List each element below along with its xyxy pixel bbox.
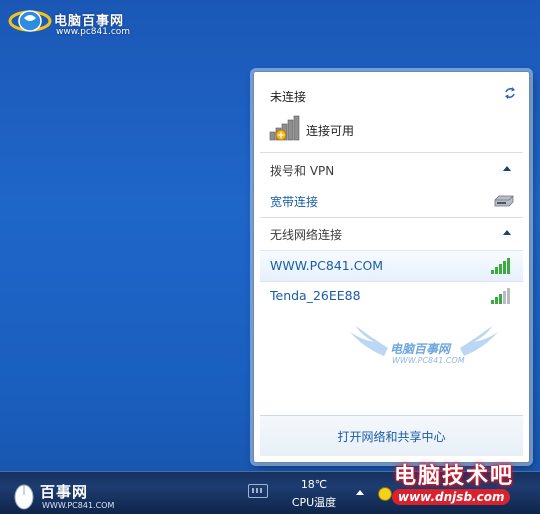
cpu-temperature-value: 18℃ [300,478,328,491]
taskbar-logo: 百事网 WWW.PC841.COM [10,479,160,513]
connection-status-title: 未连接 [270,90,307,104]
cpu-temperature-label: CPU温度 [291,496,337,509]
broadband-connection-label[interactable]: 宽带连接 [270,193,318,210]
taskbar-logo-title: 百事网 [40,483,89,501]
section-wireless-title: 无线网络连接 [270,228,343,242]
mouse-logo-icon [14,484,34,510]
pc841-logo-icon [8,10,52,32]
wifi-signal-icon [491,288,513,304]
panel-watermark-title: 电脑百事网 [390,342,451,356]
network-flyout: 未连接 连接可用 拨号和 VPN 宽带连接 无线网络连接 WWW.PC841.C… [253,71,530,463]
panel-watermark-url: WWW.PC841.COM [392,356,465,365]
corner-watermark: 电脑技术吧 www.dnjsb.com [384,458,540,513]
chevron-up-icon[interactable] [503,166,511,171]
section-dialup-vpn[interactable]: 拨号和 VPN [260,154,523,186]
wifi-network-item[interactable]: WWW.PC841.COM [260,250,523,282]
show-hidden-icons-arrow-icon[interactable] [356,490,364,495]
corner-watermark-title: 电脑技术吧 [394,464,515,489]
connection-item-broadband[interactable]: 宽带连接 [254,186,529,216]
panel-watermark: 电脑百事网 WWW.PC841.COM [344,326,504,376]
wifi-ssid: WWW.PC841.COM [270,258,384,273]
wifi-ssid: Tenda_26EE88 [270,288,361,303]
wifi-network-item[interactable]: Tenda_26EE88 [260,281,523,311]
modem-icon [494,195,514,207]
refresh-icon[interactable] [503,86,517,100]
open-network-sharing-center-link[interactable]: 打开网络和共享中心 [260,428,523,445]
corner-watermark-url: www.dnjsb.com [392,489,511,505]
keyboard-icon[interactable] [248,484,268,498]
watermark-url: www.pc841.com [56,27,131,37]
section-dialup-title: 拨号和 VPN [270,164,335,178]
signal-available-icon [268,114,302,142]
connection-available-label: 连接可用 [306,124,355,138]
taskbar-logo-url: WWW.PC841.COM [42,501,115,510]
network-sharing-center-footer[interactable]: 打开网络和共享中心 [260,415,523,456]
wifi-signal-icon [491,258,513,274]
chevron-up-icon[interactable] [503,230,511,235]
watermark-top: 电脑百事网 www.pc841.com [8,6,158,40]
section-wireless[interactable]: 无线网络连接 [260,218,523,250]
divider [260,152,523,153]
